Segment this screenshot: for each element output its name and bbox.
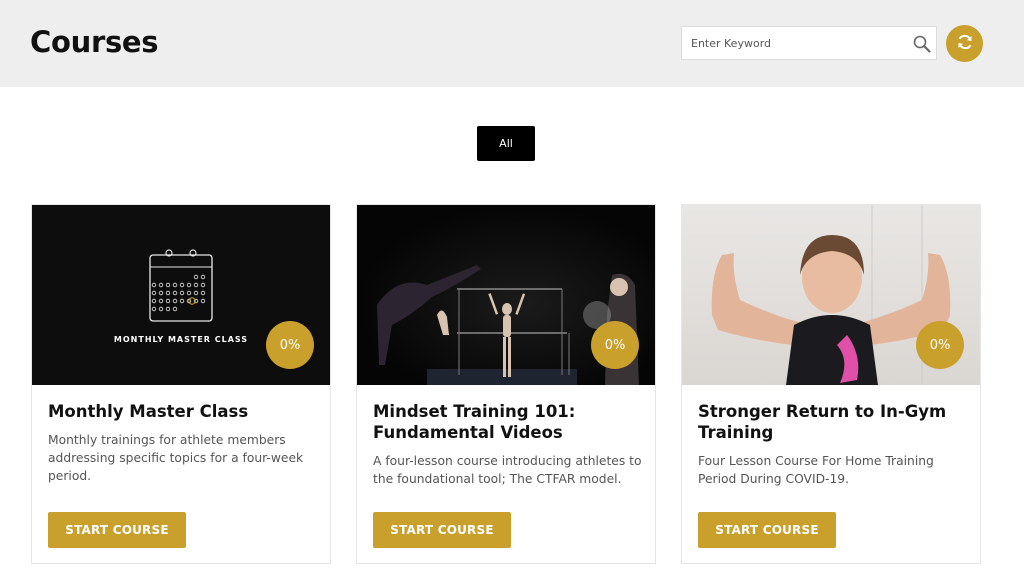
course-card: 0% Mindset Training 101: Fundamental Vid…: [356, 204, 656, 564]
course-thumbnail[interactable]: 0%: [357, 205, 655, 385]
header-bar: Courses: [0, 0, 1024, 87]
refresh-button[interactable]: [946, 25, 983, 62]
course-card: MONTHLY MASTER CLASS 0% Monthly Master C…: [31, 204, 331, 564]
filter-all-button[interactable]: All: [477, 126, 535, 161]
search-box: [681, 26, 937, 60]
search-icon[interactable]: [912, 34, 932, 54]
course-description: Four Lesson Course For Home Training Per…: [698, 454, 934, 486]
start-course-button[interactable]: START COURSE: [373, 512, 511, 548]
search-input[interactable]: [682, 27, 902, 59]
course-title[interactable]: Monthly Master Class: [48, 401, 318, 422]
page-title: Courses: [30, 25, 159, 59]
course-title[interactable]: Mindset Training 101: Fundamental Videos: [373, 401, 643, 443]
course-description: Monthly trainings for athlete members ad…: [48, 433, 304, 483]
start-course-button[interactable]: START COURSE: [48, 512, 186, 548]
progress-badge: 0%: [266, 321, 314, 369]
course-thumbnail[interactable]: MONTHLY MASTER CLASS 0%: [32, 205, 330, 385]
start-course-button[interactable]: START COURSE: [698, 512, 836, 548]
course-card: 0% Stronger Return to In-Gym Training Fo…: [681, 204, 981, 564]
refresh-icon: [956, 33, 974, 55]
course-thumbnail[interactable]: 0%: [682, 205, 980, 385]
course-title[interactable]: Stronger Return to In-Gym Training: [698, 401, 968, 443]
progress-badge: 0%: [591, 321, 639, 369]
course-description: A four-lesson course introducing athlete…: [373, 454, 642, 486]
progress-badge: 0%: [916, 321, 964, 369]
